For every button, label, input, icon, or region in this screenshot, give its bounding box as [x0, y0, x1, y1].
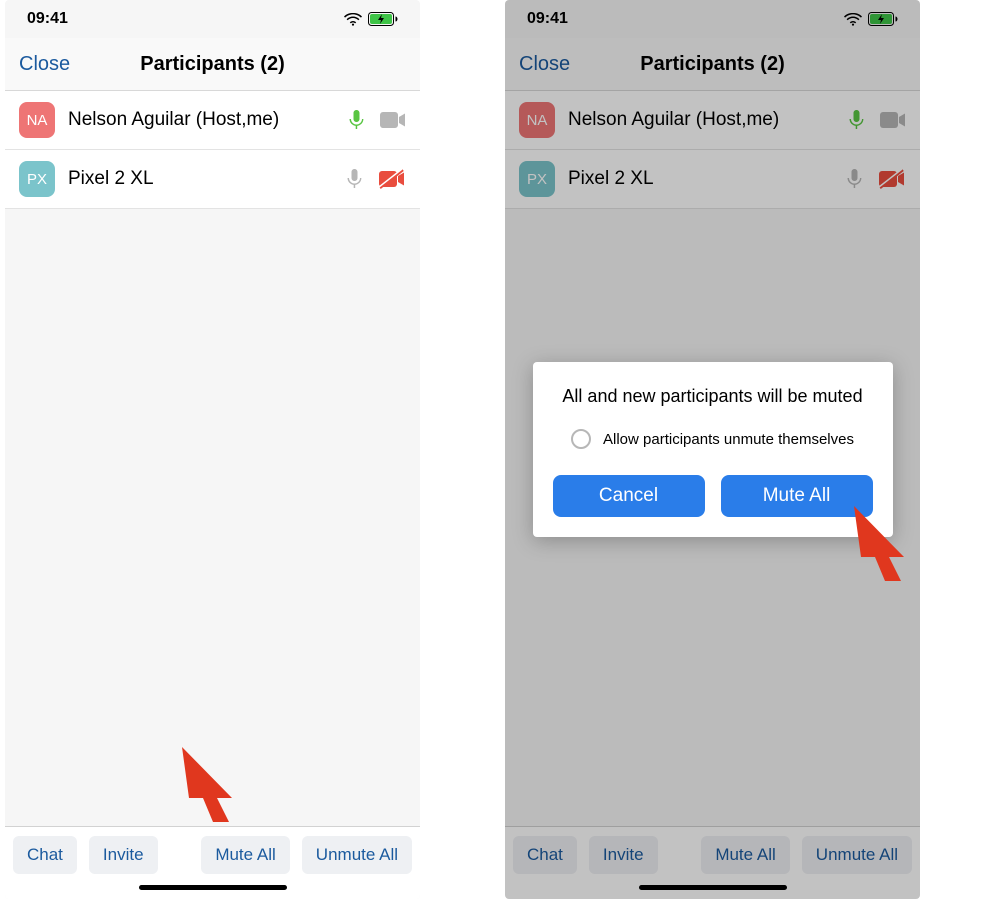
- participant-row[interactable]: NA Nelson Aguilar (Host,me): [5, 91, 420, 150]
- battery-icon: [368, 12, 398, 26]
- status-icons: [344, 12, 398, 26]
- allow-unmute-checkbox[interactable]: [571, 429, 591, 449]
- nav-bar: Close Participants (2): [5, 38, 420, 91]
- mic-icon: [347, 168, 362, 190]
- dialog-cancel-button[interactable]: Cancel: [553, 475, 705, 517]
- modal-overlay[interactable]: All and new participants will be muted A…: [505, 0, 920, 899]
- status-bar: 09:41: [5, 0, 420, 38]
- video-icon: [380, 112, 406, 128]
- participant-row[interactable]: PX Pixel 2 XL: [5, 150, 420, 209]
- close-button[interactable]: Close: [19, 53, 70, 76]
- phone-screen-mute-dialog: 09:41 Close Participants (2) NA Nelson A…: [505, 0, 920, 899]
- wifi-icon: [344, 13, 362, 26]
- invite-button[interactable]: Invite: [89, 836, 158, 874]
- mic-icon: [349, 109, 364, 131]
- status-time: 09:41: [27, 10, 68, 28]
- phone-screen-participants: 09:41 Close Participants (2) NA Nelson A…: [5, 0, 420, 899]
- dialog-confirm-button[interactable]: Mute All: [721, 475, 873, 517]
- unmute-all-button[interactable]: Unmute All: [302, 836, 412, 874]
- mute-all-dialog: All and new participants will be muted A…: [533, 362, 893, 537]
- avatar: NA: [19, 102, 55, 138]
- video-off-icon: [378, 169, 406, 189]
- participant-list: NA Nelson Aguilar (Host,me) PX Pixel 2 X…: [5, 91, 420, 209]
- chat-button[interactable]: Chat: [13, 836, 77, 874]
- avatar: PX: [19, 161, 55, 197]
- participant-name: Pixel 2 XL: [68, 168, 334, 190]
- participant-name: Nelson Aguilar (Host,me): [68, 109, 336, 131]
- allow-unmute-label: Allow participants unmute themselves: [603, 431, 854, 448]
- dialog-title: All and new participants will be muted: [553, 386, 873, 407]
- mute-all-button[interactable]: Mute All: [201, 836, 289, 874]
- home-indicator: [139, 885, 287, 890]
